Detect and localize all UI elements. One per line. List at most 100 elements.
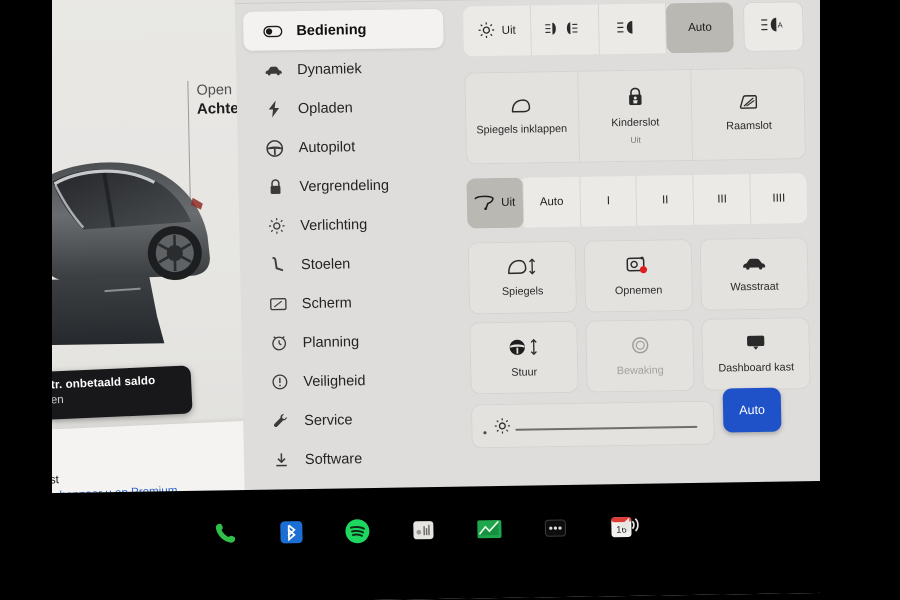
sidebar-item-opladen[interactable]: Opladen [245,87,446,129]
sidebar-item-dynamiek[interactable]: Dynamiek [244,48,445,90]
sidebar-item-label: Bediening [296,21,367,39]
glovebox-icon [745,334,767,357]
wiper-option-label: II [661,194,669,207]
screen-icon [267,294,289,314]
sidebar-item-label: Dynamiek [296,60,362,78]
tile-spiegels[interactable]: Spiegels [467,240,578,315]
tile-row: Stuur Bewaking Dashboard kast [469,317,811,395]
tile-wasstraat[interactable]: Wasstraat [699,237,810,311]
auto-high-beam-button[interactable]: A [742,1,804,53]
wrench-icon [269,411,291,431]
spotify-icon[interactable] [344,518,371,544]
vehicle-illustration [41,162,210,346]
sidebar-item-label: Autopilot [298,138,356,156]
more-icon[interactable] [542,515,569,541]
sidebar-item-label: Software [304,450,363,468]
podcast-icon[interactable] [410,517,437,543]
wiper-option-off[interactable]: Uit [466,177,525,229]
settings-panel: Doorzoek instellingen Easy Entry LTE [233,0,845,507]
settings-topbar: Doorzoek instellingen Easy Entry LTE [233,0,835,5]
mirror-adjust-icon [506,257,538,280]
brightness-icon [493,417,511,440]
sidebar-item-planning[interactable]: Planning [249,321,450,363]
low-beam-icon [616,20,642,38]
parking-lights-icon [544,21,578,40]
tile-row: Spiegels Opnemen Wasstraat [467,237,810,315]
child-lock-icon [626,87,643,112]
auto-high-beam-icon: A [760,16,787,37]
sidebar-item-bediening[interactable]: Bediening [242,8,444,51]
car-icon [262,60,284,80]
locks-row: Spiegels inklappen Kinderslot Uit Raamsl… [464,67,807,165]
sidebar-item-autopilot[interactable]: Autopilot [245,126,446,168]
wiper-segments: Uit Auto I II III IIII [466,173,808,229]
brightness-slider[interactable] [470,400,715,449]
volume-icon[interactable] [617,512,644,538]
sidebar-item-scherm[interactable]: Scherm [248,282,449,324]
tile-stuur[interactable]: Stuur [469,320,579,395]
lock-label: Kinderslot [611,116,660,130]
wiper-option-auto[interactable]: Auto [523,176,582,228]
wiper-icon [474,194,495,213]
steering-adjust-icon [508,337,540,361]
child-lock-button[interactable]: Kinderslot Uit [577,68,694,163]
wiper-option-label: I [606,195,611,208]
car-wash-icon [741,255,767,275]
wiper-option-label: IIII [772,192,786,205]
sidebar-item-label: Stoelen [300,255,351,273]
sidebar-item-label: Planning [302,333,360,351]
photo-frame: Open Achterbak Contr. onbetaald saldo Be… [0,0,900,600]
tile-dashboard-kast[interactable]: Dashboard kast [701,317,811,391]
sidebar-item-label: Scherm [301,294,352,312]
clock-icon [267,333,289,353]
bolt-icon [263,99,285,119]
window-lock-button[interactable]: Raamslot [692,67,806,161]
settings-sidebar: Bediening Dynamiek Opladen Autopilot Ver… [242,8,453,519]
sidebar-item-verlichting[interactable]: Verlichting [247,204,448,246]
taskbar: 16 [0,480,879,600]
left-bezel [0,0,52,600]
wiper-option-label: Uit [501,196,516,209]
lights-option-off[interactable]: Uit [462,5,532,57]
sentry-mode-icon [630,335,649,359]
lights-option-parking[interactable] [530,4,600,56]
wiper-option-2[interactable]: II [636,174,695,226]
taskbar-icons: 16 [212,514,639,547]
tile-label: Bewaking [616,363,664,377]
lights-segmented-control: Uit Auto [462,2,734,57]
download-icon [270,450,292,470]
wiper-option-1[interactable]: I [580,175,638,227]
wiper-option-label: III [717,193,727,206]
window-lock-icon [739,94,758,115]
tile-label: Dashboard kast [718,361,795,375]
wiper-option-3[interactable]: III [693,174,752,225]
lock-label: Spiegels inklappen [476,122,568,137]
sidebar-item-service[interactable]: Service [251,399,452,441]
tile-label: Wasstraat [730,280,779,293]
lights-option-lowbeam[interactable] [598,3,668,55]
mirror-fold-button[interactable]: Spiegels inklappen [464,70,580,165]
toggle-icon [261,21,283,41]
settings-content: Uit Auto A Spiegels inklappen Kinderslot… [462,1,811,449]
control-tiles: Spiegels Opnemen Wasstraat Stuur Bewakin… [467,237,811,402]
lock-label: Raamslot [726,120,772,133]
phone-icon[interactable] [212,520,239,546]
bluetooth-icon[interactable] [278,519,305,545]
mirror-icon [510,98,532,118]
tile-label: Stuur [511,365,538,379]
brightness-track[interactable] [515,425,698,431]
stocks-icon[interactable] [476,516,503,542]
sidebar-item-software[interactable]: Software [252,438,453,480]
lights-option-auto[interactable]: Auto [666,2,734,54]
sidebar-item-stoelen[interactable]: Stoelen [248,243,449,285]
brightness-auto-button[interactable]: Auto [722,387,782,433]
sidebar-item-veiligheid[interactable]: Veiligheid [250,360,451,402]
sidebar-item-vergrendeling[interactable]: Vergrendeling [246,165,447,207]
wiper-option-4[interactable]: IIII [750,173,808,225]
tile-bewaking[interactable]: Bewaking [585,318,695,393]
lock-sublabel: Uit [630,134,641,145]
dashcam-record-icon [626,255,650,279]
tile-label: Opnemen [614,283,663,297]
sun-icon [265,216,287,236]
tile-opnemen[interactable]: Opnemen [583,238,694,313]
